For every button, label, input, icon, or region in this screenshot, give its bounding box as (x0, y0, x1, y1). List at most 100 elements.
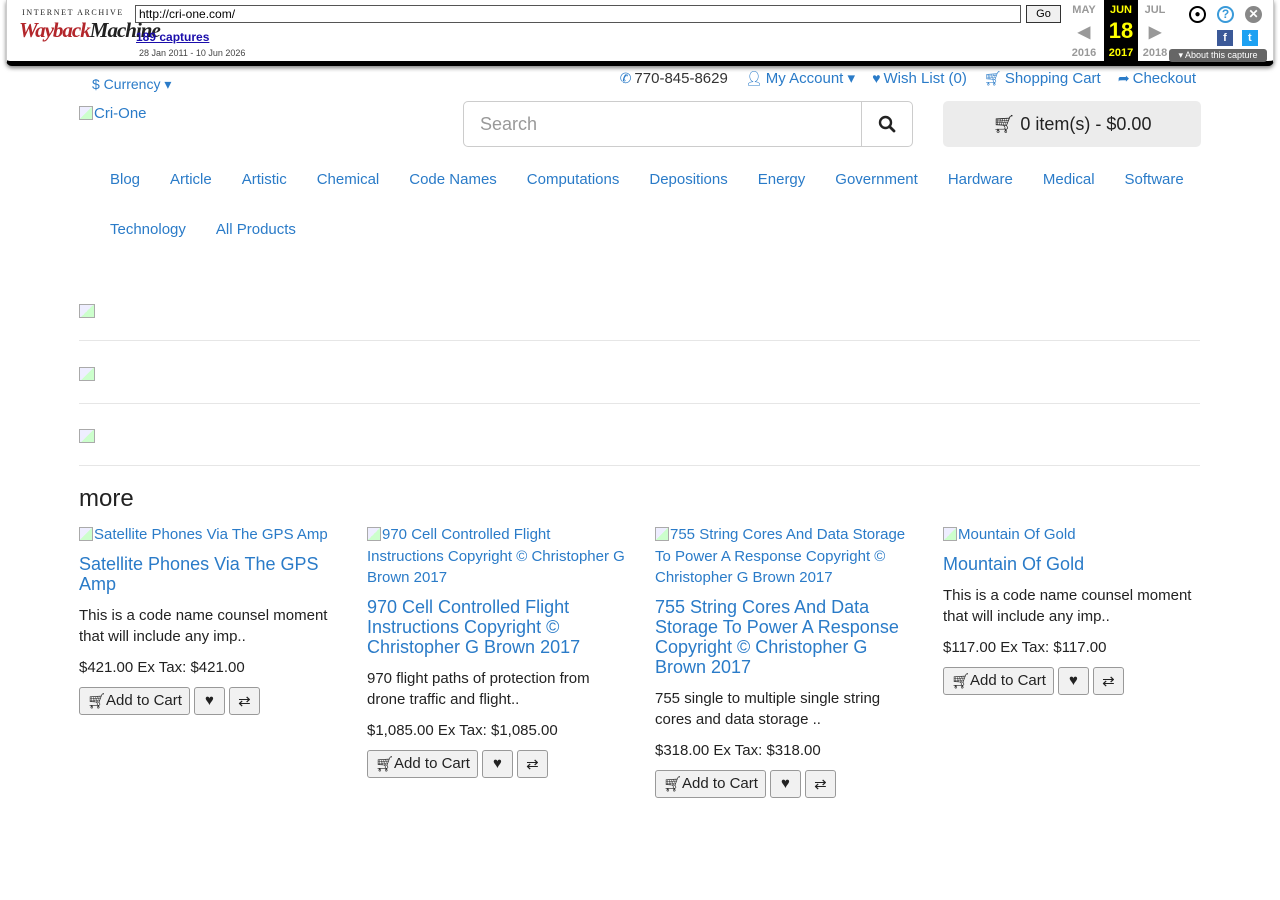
cart-icon: 🛒︎ (984, 70, 1002, 86)
wayback-current-year: 2017 (1108, 47, 1134, 59)
product-card: Satellite Phones Via The GPS Amp Satelli… (79, 524, 341, 715)
main-menu: Blog Article Artistic Chemical Code Names Com… (95, 155, 1205, 255)
wayback-next-year[interactable]: 2018 (1138, 47, 1172, 59)
wayback-share: f t (1212, 28, 1258, 46)
add-to-wishlist-button[interactable]: ♥ (193, 686, 225, 715)
compare-button[interactable]: ⇄ (228, 686, 260, 715)
add-to-cart-label: Add to Cart (682, 775, 758, 792)
exchange-icon: ⇄ (526, 755, 539, 773)
my-account-link[interactable]: 👤︎ My Account ▾ (745, 70, 855, 87)
wayback-capture-range: 28 Jan 2011 - 10 Jun 2026 (139, 48, 246, 58)
menu-item-all-products[interactable]: All Products (201, 205, 311, 255)
search-input[interactable]: Search (464, 102, 862, 146)
menu-item-government[interactable]: Government (820, 155, 933, 205)
cart-button[interactable]: 🛒︎ 0 item(s) - $0.00 (943, 101, 1201, 147)
phone-link[interactable]: ✆ 770-845-8629 (620, 70, 728, 87)
shopping-cart-link[interactable]: 🛒︎ Shopping Cart (984, 70, 1101, 87)
wayback-prev-capture[interactable]: MAY ◀ 2016 (1067, 0, 1101, 62)
heart-icon: ♥ (204, 692, 214, 709)
wayback-about-capture[interactable]: ▾ About this capture (1169, 49, 1267, 62)
close-icon[interactable]: ✕ (1245, 6, 1262, 23)
compare-button[interactable]: ⇄ (804, 769, 836, 798)
add-to-cart-label: Add to Cart (970, 672, 1046, 689)
add-to-cart-button[interactable]: 🛒︎ Add to Cart (655, 769, 766, 798)
wayback-prev-month: MAY (1072, 4, 1096, 16)
product-price: $318.00 Ex Tax: $318.00 (655, 741, 821, 759)
menu-item-depositions[interactable]: Depositions (634, 155, 742, 205)
wayback-current-capture: JUN 18 2017 (1104, 0, 1138, 62)
menu-item-artistic[interactable]: Artistic (227, 155, 302, 205)
wayback-next-capture[interactable]: JUL ▶ 2018 (1138, 0, 1172, 62)
menu-item-computations[interactable]: Computations (512, 155, 635, 205)
add-to-wishlist-button[interactable]: ♥ (769, 769, 801, 798)
broken-image-icon (655, 527, 669, 541)
product-card: 755 String Cores And Data Storage To Pow… (655, 524, 917, 798)
cart-summary: 0 item(s) - $0.00 (1020, 114, 1152, 134)
product-actions: 🛒︎ Add to Cart ♥ ⇄ (367, 749, 629, 778)
add-to-cart-button[interactable]: 🛒︎ Add to Cart (367, 749, 478, 778)
product-image[interactable]: 755 String Cores And Data Storage To Pow… (655, 524, 917, 589)
product-image-alt: Satellite Phones Via The GPS Amp (94, 526, 328, 543)
wishlist-label: Wish List (0) (883, 70, 967, 87)
product-price: $117.00 Ex Tax: $117.00 (943, 638, 1107, 656)
product-title[interactable]: Satellite Phones Via The GPS Amp (79, 554, 341, 594)
divider (79, 465, 1200, 466)
menu-item-code-names[interactable]: Code Names (394, 155, 512, 205)
compare-button[interactable]: ⇄ (1092, 666, 1124, 695)
add-to-cart-button[interactable]: 🛒︎ Add to Cart (79, 686, 190, 715)
user-icon[interactable]: ● (1189, 6, 1206, 23)
currency-dropdown[interactable]: $ Currency ▾ (92, 76, 171, 93)
product-image[interactable]: Satellite Phones Via The GPS Amp (79, 524, 341, 546)
divider (79, 340, 1200, 341)
wayback-prev-year[interactable]: 2016 (1067, 47, 1101, 59)
broken-image-icon (367, 527, 381, 541)
wishlist-link[interactable]: ♥ Wish List (0) (872, 70, 967, 87)
help-icon[interactable]: ? (1217, 6, 1234, 23)
add-to-cart-button[interactable]: 🛒︎ Add to Cart (943, 666, 1054, 695)
menu-item-medical[interactable]: Medical (1028, 155, 1110, 205)
menu-item-hardware[interactable]: Hardware (933, 155, 1028, 205)
product-title[interactable]: 970 Cell Controlled Flight Instructions … (367, 597, 629, 657)
product-image-alt: 970 Cell Controlled Flight Instructions … (367, 526, 625, 586)
wayback-go-button[interactable]: Go (1026, 5, 1061, 23)
product-image[interactable]: 970 Cell Controlled Flight Instructions … (367, 524, 629, 589)
heart-icon: ♥ (780, 775, 790, 792)
wayback-next-month: JUL (1144, 4, 1166, 16)
banner-image-3[interactable] (79, 429, 95, 443)
prev-arrow-icon[interactable]: ◀ (1067, 22, 1101, 42)
product-actions: 🛒︎ Add to Cart ♥ ⇄ (943, 666, 1205, 695)
add-to-cart-label: Add to Cart (106, 692, 182, 709)
section-title: more (79, 485, 134, 512)
my-account-label: My Account ▾ (765, 70, 856, 87)
menu-item-chemical[interactable]: Chemical (302, 155, 395, 205)
menu-item-blog[interactable]: Blog (95, 155, 155, 205)
menu-item-software[interactable]: Software (1110, 155, 1199, 205)
product-title[interactable]: 755 String Cores And Data Storage To Pow… (655, 597, 917, 677)
cart-icon: 🛒︎ (663, 775, 683, 793)
divider (79, 403, 1200, 404)
banner-image-2[interactable] (79, 367, 95, 381)
product-image[interactable]: Mountain Of Gold (943, 524, 1205, 546)
add-to-wishlist-button[interactable]: ♥ (481, 749, 513, 778)
menu-item-energy[interactable]: Energy (743, 155, 821, 205)
cart-icon: 🛒︎ (951, 672, 971, 690)
wayback-url-input[interactable]: http://cri-one.com/ (135, 5, 1021, 23)
next-arrow-icon[interactable]: ▶ (1138, 22, 1172, 42)
site-logo[interactable]: Cri-One (79, 103, 147, 125)
checkout-link[interactable]: ➦ Checkout (1118, 70, 1196, 87)
product-actions: 🛒︎ Add to Cart ♥ ⇄ (79, 686, 341, 715)
banner-image-1[interactable] (79, 304, 95, 318)
twitter-icon[interactable]: t (1241, 30, 1258, 46)
menu-item-technology[interactable]: Technology (95, 205, 201, 255)
add-to-wishlist-button[interactable]: ♥ (1057, 666, 1089, 695)
product-actions: 🛒︎ Add to Cart ♥ ⇄ (655, 769, 917, 798)
wayback-captures-link[interactable]: 189 captures (136, 30, 209, 44)
facebook-icon[interactable]: f (1217, 30, 1233, 46)
menu-item-article[interactable]: Article (155, 155, 227, 205)
phone-number: 770-845-8629 (634, 70, 728, 87)
compare-button[interactable]: ⇄ (516, 749, 548, 778)
search-button[interactable] (862, 102, 912, 146)
product-title[interactable]: Mountain Of Gold (943, 554, 1205, 574)
product-description: This is a code name counsel moment that … (943, 586, 1192, 626)
wayback-logo[interactable]: INTERNET ARCHIVE WaybackMachine (19, 8, 161, 52)
